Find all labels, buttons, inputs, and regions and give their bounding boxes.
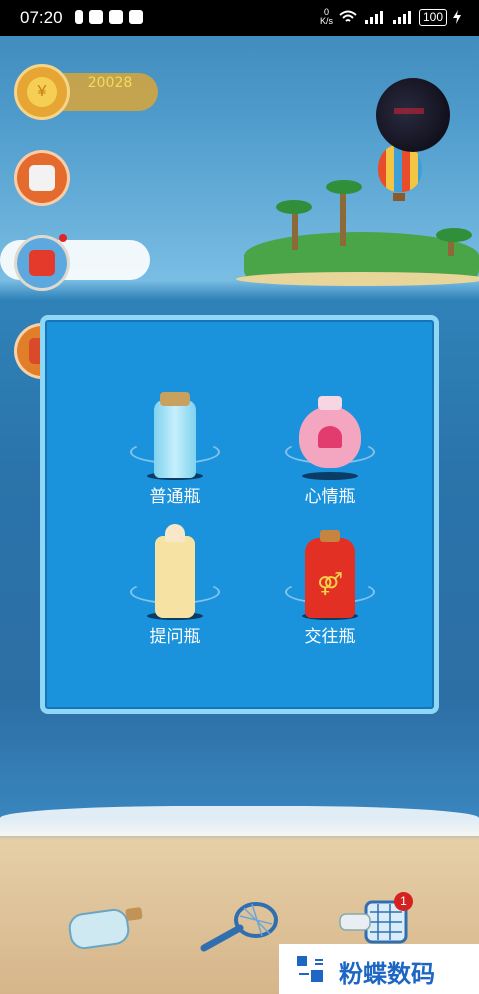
signal-icon	[364, 11, 383, 24]
palm-leaves	[276, 200, 312, 214]
palm-tree	[292, 210, 298, 250]
notification-dot	[59, 234, 67, 242]
shore-waves	[0, 806, 479, 836]
palm-tree	[340, 190, 346, 246]
bottle-count-badge: 1	[394, 892, 413, 911]
shield-icon	[89, 10, 103, 24]
wifi-icon	[339, 10, 357, 22]
charging-icon	[453, 10, 461, 24]
watermark-logo-icon	[297, 956, 323, 982]
option-heart-bottle[interactable]: 心情瓶	[260, 392, 400, 512]
plain-bottle-icon	[154, 392, 196, 478]
red-packet-button[interactable]	[14, 234, 70, 291]
coin-icon: ¥	[14, 64, 70, 120]
option-label: 心情瓶	[304, 487, 356, 507]
bottle-shadow	[302, 472, 358, 480]
option-dating-bottle[interactable]: ⚤ 交往瓶	[260, 530, 400, 652]
checkin-button[interactable]	[14, 150, 70, 206]
throw-bottle-icon[interactable]	[66, 900, 148, 954]
option-label: 交往瓶	[304, 627, 356, 647]
game-screen: 07:20 0 K/s 100 20028 ¥ 普通瓶 心情瓶 提问瓶 ⚤ 交往…	[0, 0, 479, 994]
notification-icon	[75, 10, 83, 24]
status-bar: 07:20 0 K/s 100	[0, 0, 479, 36]
red-packet-icon	[29, 250, 55, 276]
balloon-basket	[393, 193, 405, 201]
user-avatar[interactable]	[376, 78, 450, 152]
checkin-icon	[29, 165, 55, 191]
palm-leaves	[436, 228, 472, 242]
bottle-type-dialog: 普通瓶 心情瓶 提问瓶 ⚤ 交往瓶	[40, 315, 439, 714]
option-label: 提问瓶	[149, 627, 201, 647]
heart-bottle-icon	[299, 396, 361, 468]
option-label: 普通瓶	[149, 487, 201, 507]
net-speed-unit: K/s	[319, 16, 333, 26]
system-indicators: 0 K/s 100	[320, 8, 461, 26]
question-bottle-icon	[155, 524, 195, 618]
coin-value: 20028	[87, 75, 133, 91]
dating-bottle-icon: ⚤	[305, 530, 355, 618]
battery-indicator: 100	[418, 8, 447, 26]
signal-icon-2	[392, 11, 411, 24]
watermark-text: 粉蝶数码	[339, 960, 435, 988]
notification-icons	[75, 10, 143, 24]
option-plain-bottle[interactable]: 普通瓶	[105, 392, 245, 512]
watermark: 粉蝶数码	[279, 944, 479, 994]
net-speed: 0 K/s	[320, 8, 333, 26]
wechat-icon	[109, 10, 123, 24]
status-time: 07:20	[20, 8, 63, 27]
app-icon	[129, 10, 143, 24]
fishing-net-icon[interactable]	[200, 898, 280, 954]
palm-leaves	[326, 180, 362, 194]
option-question-bottle[interactable]: 提问瓶	[105, 524, 245, 652]
